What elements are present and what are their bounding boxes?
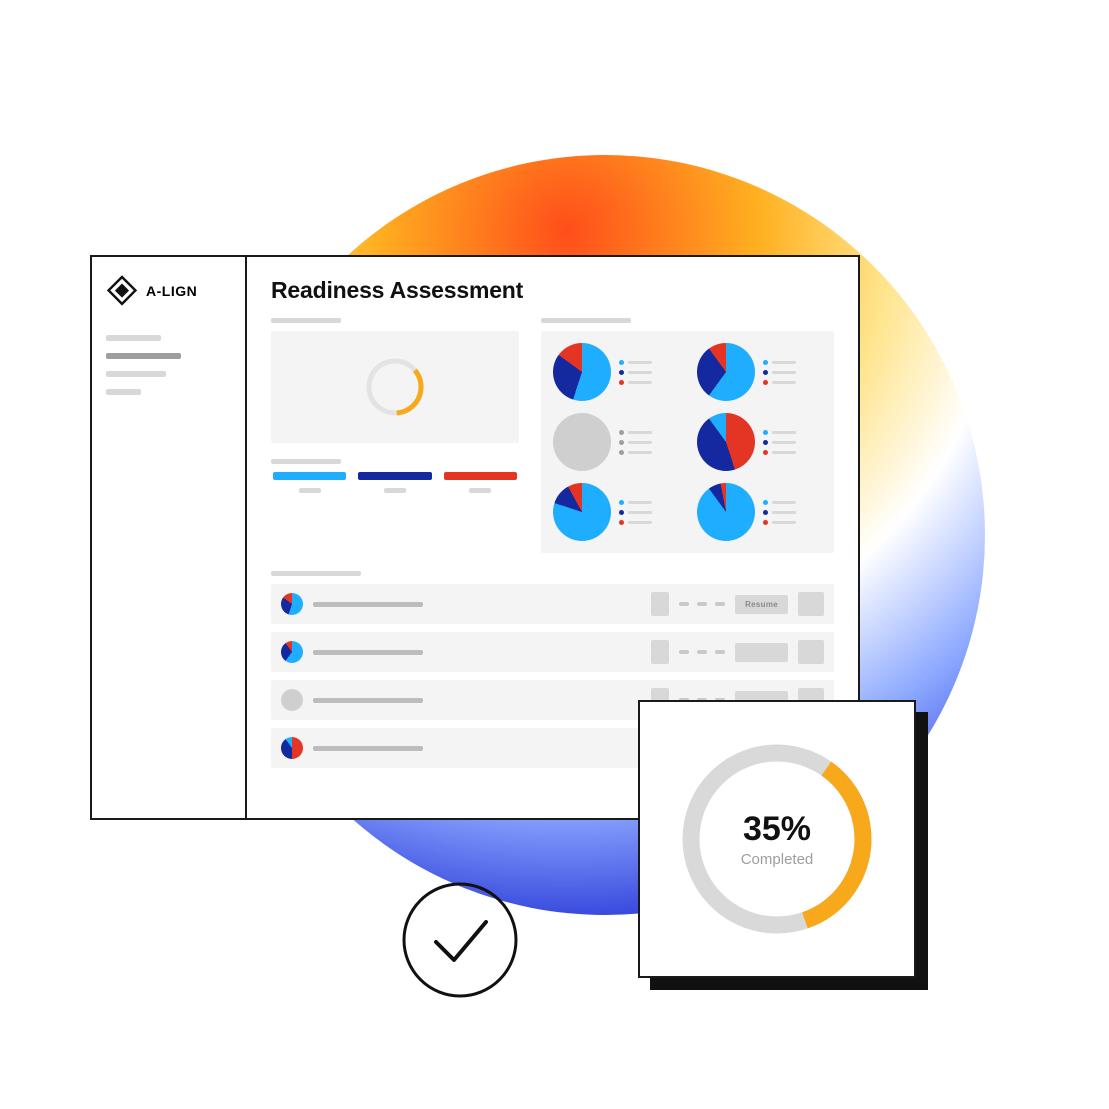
row-status-pie — [281, 737, 303, 759]
pie-chart-cell — [697, 483, 822, 541]
overall-progress-ring — [363, 355, 427, 419]
row-action-icon[interactable] — [798, 592, 824, 616]
pie-chart — [697, 343, 755, 401]
pie-chart-cell — [553, 413, 678, 471]
pie-chart — [553, 483, 611, 541]
table-row[interactable]: Resume — [271, 632, 834, 672]
pie-chart — [553, 413, 611, 471]
legend-label — [469, 488, 491, 493]
pie-chart — [553, 343, 611, 401]
row-status-pie — [281, 593, 303, 615]
page-title: Readiness Assessment — [271, 277, 834, 304]
pie-legend — [763, 360, 796, 385]
pie-legend — [619, 430, 652, 455]
pie-legend — [619, 500, 652, 525]
pie-legend — [763, 500, 796, 525]
section-label — [271, 459, 341, 464]
legend-swatch — [358, 472, 431, 480]
row-chip — [651, 592, 669, 616]
legend-item — [273, 472, 346, 493]
row-status-pie — [281, 689, 303, 711]
section-label — [271, 318, 341, 323]
section-label — [271, 571, 361, 576]
sidebar-item[interactable] — [106, 371, 166, 377]
table-row[interactable]: Resume — [271, 584, 834, 624]
legend-swatch — [444, 472, 517, 480]
brand-logo: A-LIGN — [106, 275, 231, 307]
progress-card: 35% Completed — [638, 700, 916, 978]
row-title — [313, 650, 423, 655]
row-meta — [679, 602, 725, 606]
section-label — [541, 318, 631, 323]
legend-item — [358, 472, 431, 493]
pie-charts-card — [541, 331, 834, 553]
row-action-icon[interactable] — [798, 640, 824, 664]
charts-column — [541, 318, 834, 553]
progress-ring — [672, 734, 882, 944]
row-title — [313, 746, 423, 751]
brand-name: A-LIGN — [146, 283, 197, 299]
pie-chart-cell — [553, 483, 678, 541]
sidebar-item-active[interactable] — [106, 353, 181, 359]
sidebar-item[interactable] — [106, 335, 161, 341]
row-status-pie — [281, 641, 303, 663]
row-title — [313, 698, 423, 703]
row-meta — [679, 650, 725, 654]
pie-chart — [697, 483, 755, 541]
row-title — [313, 602, 423, 607]
resume-button[interactable]: Resume — [735, 643, 788, 662]
sidebar-item[interactable] — [106, 389, 141, 395]
legend-label — [299, 488, 321, 493]
pie-legend — [763, 430, 796, 455]
resume-button[interactable]: Resume — [735, 595, 788, 614]
row-chip — [651, 640, 669, 664]
pie-chart-cell — [553, 343, 678, 401]
overview-column — [271, 318, 519, 553]
legend-item — [444, 472, 517, 493]
checkmark-badge — [400, 880, 520, 1000]
pie-chart-cell — [697, 413, 822, 471]
overall-progress-card — [271, 331, 519, 443]
sidebar: A-LIGN — [92, 257, 247, 818]
pie-legend — [619, 360, 652, 385]
pie-chart-cell — [697, 343, 822, 401]
legend-swatch — [273, 472, 346, 480]
legend-label — [384, 488, 406, 493]
pie-chart — [697, 413, 755, 471]
brand-logo-icon — [106, 275, 138, 307]
category-legend — [271, 459, 519, 493]
